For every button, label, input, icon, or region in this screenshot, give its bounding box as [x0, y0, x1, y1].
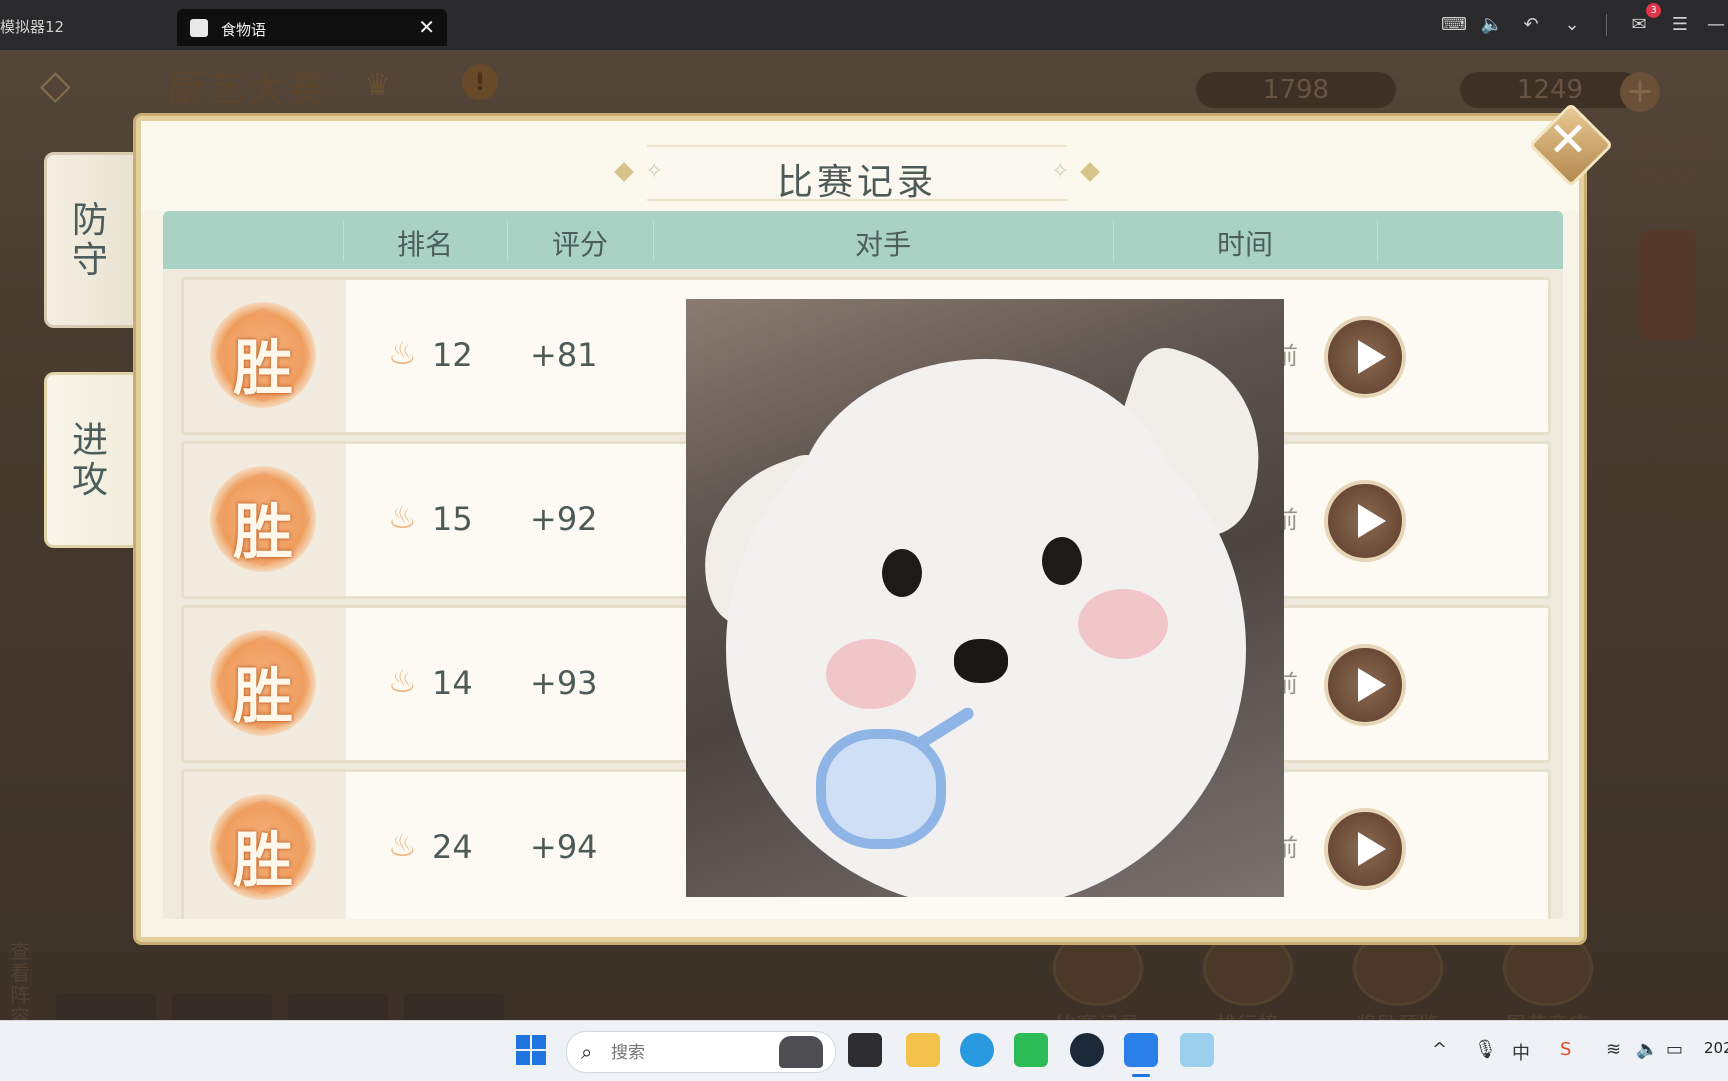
- play-replay-button[interactable]: [1324, 480, 1406, 562]
- column-time: 时间: [1216, 228, 1273, 261]
- mail-icon[interactable]: ✉: [1627, 13, 1651, 37]
- rank-value: 24: [432, 828, 473, 866]
- chevron-up-icon[interactable]: ^: [1432, 1039, 1447, 1060]
- undo-icon[interactable]: ↶: [1519, 13, 1543, 37]
- mail-badge: 3: [1646, 3, 1661, 18]
- title-plate: ✧ ✧ 比赛记录: [607, 145, 1107, 203]
- emulator-name: 模拟器12: [0, 18, 65, 36]
- sogou-icon[interactable]: S: [1560, 1039, 1571, 1060]
- divider: [1606, 14, 1607, 36]
- windows-start-icon[interactable]: [516, 1035, 546, 1065]
- windows-taskbar: ⌕ ^ 🎙 中 S ≋ 🔈 ▭ 202: [0, 1020, 1728, 1081]
- dialog-title: 比赛记录: [776, 162, 937, 203]
- input-method-icon[interactable]: 中: [1512, 1039, 1530, 1065]
- dog-nose: [954, 639, 1008, 683]
- play-replay-button[interactable]: [1324, 644, 1406, 726]
- keyboard-icon[interactable]: ⌨: [1441, 13, 1467, 37]
- taskbar-search[interactable]: ⌕: [566, 1031, 836, 1073]
- rank-value: 12: [432, 336, 473, 374]
- gorilla-icon: [779, 1036, 823, 1068]
- app-icon: [190, 19, 208, 37]
- wechat-icon[interactable]: [1014, 1033, 1048, 1067]
- play-replay-button[interactable]: [1324, 316, 1406, 398]
- emulator-app-icon[interactable]: [1124, 1033, 1158, 1077]
- microphone-icon[interactable]: 🎙: [1474, 1039, 1497, 1060]
- dog-eye: [1042, 537, 1082, 585]
- close-dialog-button[interactable]: ✕: [1528, 102, 1614, 188]
- rank-value: 14: [432, 664, 473, 702]
- volume-icon[interactable]: 🔈: [1480, 13, 1504, 37]
- search-icon: ⌕: [581, 1040, 593, 1064]
- file-explorer-icon[interactable]: [906, 1033, 940, 1067]
- flower-icon: [816, 729, 946, 849]
- menu-icon[interactable]: ☰: [1668, 13, 1692, 37]
- column-rank: 排名: [396, 228, 453, 261]
- flame-icon: ♨: [388, 498, 417, 536]
- score-value: +81: [530, 336, 598, 374]
- score-value: +92: [530, 500, 598, 538]
- column-score: 评分: [551, 228, 608, 261]
- victory-badge: 胜: [210, 794, 316, 900]
- flame-icon: ♨: [388, 662, 417, 700]
- tab-close-button[interactable]: ✕: [418, 15, 435, 39]
- flame-icon: ♨: [388, 826, 417, 864]
- score-value: +93: [530, 664, 598, 702]
- flame-icon: ♨: [388, 334, 417, 372]
- dog-eye: [882, 549, 922, 597]
- victory-badge: 胜: [210, 302, 316, 408]
- battery-icon[interactable]: ▭: [1666, 1039, 1683, 1060]
- dog-sticker-image: [686, 299, 1284, 897]
- tab-label: 食物语: [221, 21, 267, 39]
- rank-value: 15: [432, 500, 473, 538]
- victory-badge: 胜: [210, 466, 316, 572]
- wifi-icon[interactable]: ≋: [1606, 1039, 1621, 1060]
- task-view-icon[interactable]: [848, 1033, 882, 1067]
- minimize-icon[interactable]: —: [1704, 13, 1728, 37]
- score-value: +94: [530, 828, 598, 866]
- game-app-icon[interactable]: [1180, 1033, 1214, 1067]
- tab-defense[interactable]: 防守: [44, 152, 136, 328]
- emulator-titlebar: 模拟器12 食物语 ✕ ⌨ 🔈 ↶ ⌄ ✉ 3 ☰ —: [0, 0, 1728, 50]
- chevron-down-icon[interactable]: ⌄: [1560, 13, 1584, 37]
- tab-attack[interactable]: 进攻: [44, 372, 136, 548]
- play-replay-button[interactable]: [1324, 808, 1406, 890]
- table-header: 排名 评分 对手 时间: [163, 211, 1563, 269]
- clock[interactable]: 202: [1704, 1039, 1728, 1057]
- victory-badge: 胜: [210, 630, 316, 736]
- column-opponent: 对手: [854, 228, 911, 261]
- tab-game[interactable]: 食物语 ✕: [177, 9, 447, 46]
- edge-icon[interactable]: [960, 1033, 994, 1067]
- volume-icon[interactable]: 🔈: [1636, 1039, 1658, 1060]
- close-icon: ✕: [1547, 112, 1589, 168]
- steam-icon[interactable]: [1070, 1033, 1104, 1067]
- search-input[interactable]: [609, 1038, 753, 1068]
